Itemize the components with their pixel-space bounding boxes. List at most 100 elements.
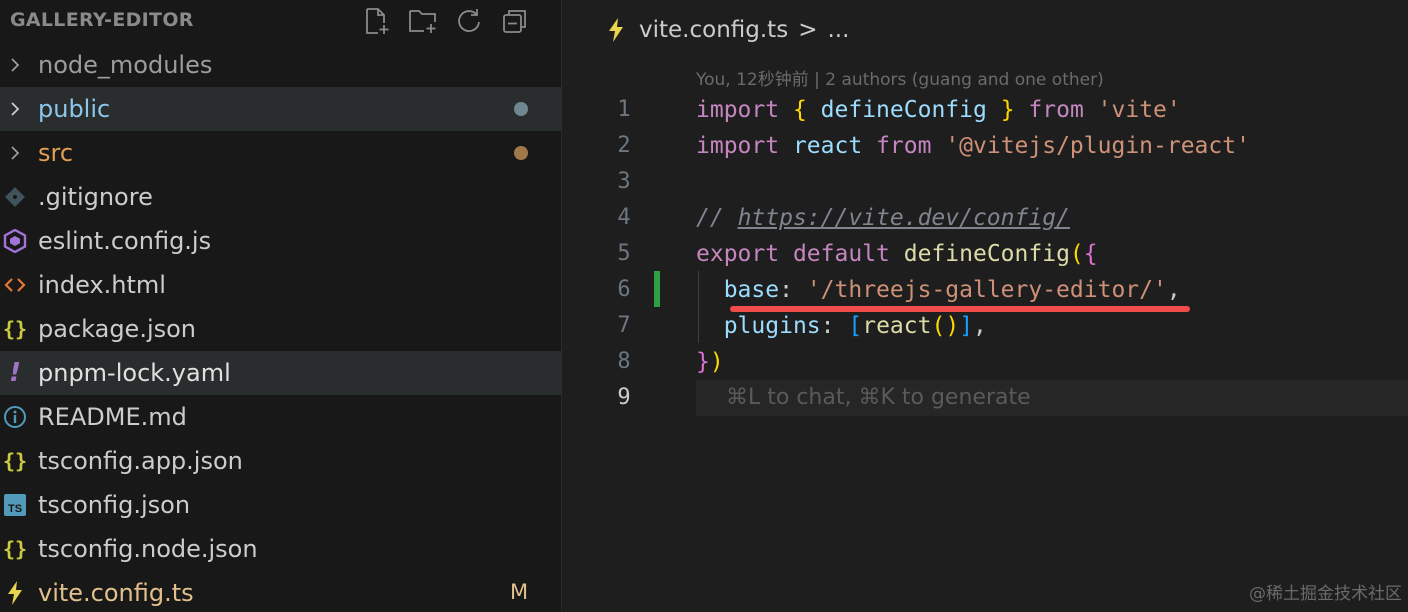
property: base [723, 277, 780, 303]
tree-item-label: src [38, 139, 74, 167]
tree-item-gitignore[interactable]: .gitignore [0, 175, 562, 219]
new-folder-icon[interactable] [408, 6, 438, 36]
line-number: 8 [617, 349, 631, 374]
string: '@vitejs/plugin-react' [945, 133, 1250, 159]
tree-item-tsconfig[interactable]: TS tsconfig.json [0, 483, 562, 527]
tree-item-readme[interactable]: README.md [0, 395, 562, 439]
tree-item-pnpm-lock[interactable]: ! pnpm-lock.yaml [0, 351, 562, 395]
line-number: 2 [617, 133, 631, 158]
yaml-icon: ! [9, 358, 21, 388]
typescript-icon: TS [0, 483, 30, 527]
json-icon: {} [2, 449, 28, 473]
line-number: 7 [617, 313, 631, 338]
bracket: ) [945, 313, 960, 339]
status-dot [514, 102, 528, 116]
tree-item-index-html[interactable]: index.html [0, 263, 562, 307]
function-name: defineConfig [903, 241, 1070, 267]
bracket: [ [848, 313, 863, 339]
tree-item-label: pnpm-lock.yaml [38, 359, 231, 387]
tree-item-label: tsconfig.app.json [38, 447, 243, 475]
code-editor[interactable]: vite.config.ts > ... You, 12秒钟前 | 2 auth… [563, 0, 1408, 612]
line-number: 6 [617, 277, 631, 302]
keyword: default [792, 241, 890, 267]
explorer-title: GALLERY-EDITOR [10, 9, 194, 31]
bracket: ( [1069, 241, 1084, 267]
bracket: } [1000, 97, 1015, 123]
tree-item-label: eslint.config.js [38, 227, 212, 255]
ai-chat-hint: ⌘L to chat, ⌘K to generate [726, 385, 1031, 410]
tree-item-eslint-config[interactable]: eslint.config.js [0, 219, 562, 263]
code-line-4: // https://vite.dev/config/ [696, 200, 1070, 236]
eslint-icon [0, 219, 30, 263]
tree-item-src[interactable]: src [0, 131, 562, 175]
breadcrumb-separator: > [798, 17, 818, 43]
watermark: @稀土掘金技术社区 [1249, 584, 1402, 604]
tree-item-label: package.json [38, 315, 197, 343]
string: 'vite' [1097, 97, 1181, 123]
refresh-icon[interactable] [454, 6, 484, 36]
git-icon [0, 175, 30, 219]
code-line-1: import { defineConfig } from 'vite' [696, 92, 1181, 128]
keyword: import [696, 97, 780, 123]
explorer-actions [362, 6, 530, 36]
code-line-8: }) [696, 344, 724, 380]
explorer-header: GALLERY-EDITOR [0, 0, 562, 42]
function-name: react [862, 313, 932, 339]
comment: // [696, 205, 724, 231]
explorer-sidebar: GALLERY-EDITOR node_modules public src .… [0, 0, 562, 612]
json-icon: {} [2, 537, 28, 561]
line-number: 3 [617, 169, 631, 194]
identifier: defineConfig [820, 97, 987, 123]
tree-item-label: tsconfig.json [38, 491, 191, 519]
tree-item-label: tsconfig.node.json [38, 535, 258, 563]
punctuation: : [779, 277, 793, 303]
svg-text:TS: TS [8, 503, 22, 515]
line-number: 4 [617, 205, 631, 230]
tree-item-node-modules[interactable]: node_modules [0, 43, 562, 87]
annotation-underline [730, 306, 1190, 312]
chevron-right-icon [0, 87, 30, 131]
keyword: import [696, 133, 780, 159]
breadcrumb: vite.config.ts > ... [607, 14, 849, 46]
git-added-marker [654, 271, 660, 307]
line-number: 1 [617, 97, 631, 122]
bracket: ( [931, 313, 946, 339]
bracket: { [792, 97, 807, 123]
punctuation: : [820, 313, 835, 339]
git-blame-annotation[interactable]: You, 12秒钟前 | 2 authors (guang and one ot… [696, 65, 1104, 90]
code-line-2: import react from '@vitejs/plugin-react' [696, 128, 1250, 164]
tree-item-label: public [38, 95, 111, 123]
new-file-icon[interactable] [362, 6, 392, 36]
tree-item-label: README.md [38, 403, 187, 431]
modified-badge: M [510, 580, 529, 604]
collapse-all-icon[interactable] [500, 6, 530, 36]
info-icon [0, 395, 30, 439]
tree-item-public[interactable]: public [0, 87, 562, 131]
tree-item-label: index.html [38, 271, 166, 299]
tree-item-tsconfig-app[interactable]: {} tsconfig.app.json [0, 439, 562, 483]
tree-item-package-json[interactable]: {} package.json [0, 307, 562, 351]
code-line-5: export default defineConfig({ [696, 236, 1098, 272]
vite-icon [607, 15, 629, 45]
property: plugins [723, 313, 821, 339]
breadcrumb-file[interactable]: vite.config.ts [639, 17, 788, 43]
keyword: from [1028, 97, 1084, 123]
tree-item-tsconfig-node[interactable]: {} tsconfig.node.json [0, 527, 562, 571]
code-line-6: base: '/threejs-gallery-editor/', [696, 272, 1181, 308]
bracket: { [1083, 241, 1098, 267]
tree-item-label: node_modules [38, 51, 213, 79]
html-icon [0, 263, 30, 307]
chevron-right-icon [0, 131, 30, 175]
string: '/threejs-gallery-editor/' [806, 277, 1167, 303]
tree-item-vite-config[interactable]: vite.config.ts M [0, 571, 562, 612]
punctuation: , [973, 313, 987, 339]
comment-link[interactable]: https://vite.dev/config/ [738, 205, 1070, 231]
keyword: export [696, 241, 780, 267]
bracket: ] [959, 313, 974, 339]
tree-item-label: .gitignore [38, 183, 153, 211]
chevron-right-icon [0, 43, 30, 87]
breadcrumb-more[interactable]: ... [827, 17, 849, 43]
vite-icon [0, 571, 30, 612]
bracket: ) [709, 349, 724, 375]
keyword: from [876, 133, 932, 159]
